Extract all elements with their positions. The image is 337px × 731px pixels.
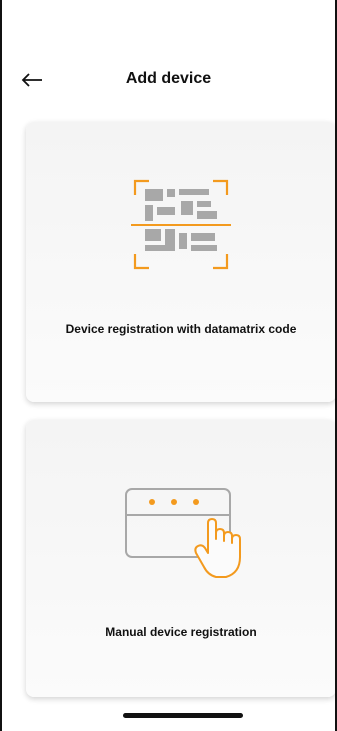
header: Add device — [2, 60, 335, 100]
manual-registration-card[interactable]: Manual device registration — [26, 420, 335, 697]
page-title: Add device — [125, 70, 212, 87]
datamatrix-registration-card[interactable]: Device registration with datamatrix code — [26, 122, 335, 402]
add-device-screen: Add device Device registration with data… — [0, 0, 337, 731]
home-indicator — [123, 713, 243, 718]
manual-registration-label: Manual device registration — [105, 625, 257, 639]
datamatrix-scan-icon — [131, 179, 231, 270]
manual-entry-hand-icon — [125, 488, 241, 578]
datamatrix-registration-label: Device registration with datamatrix code — [65, 322, 297, 336]
